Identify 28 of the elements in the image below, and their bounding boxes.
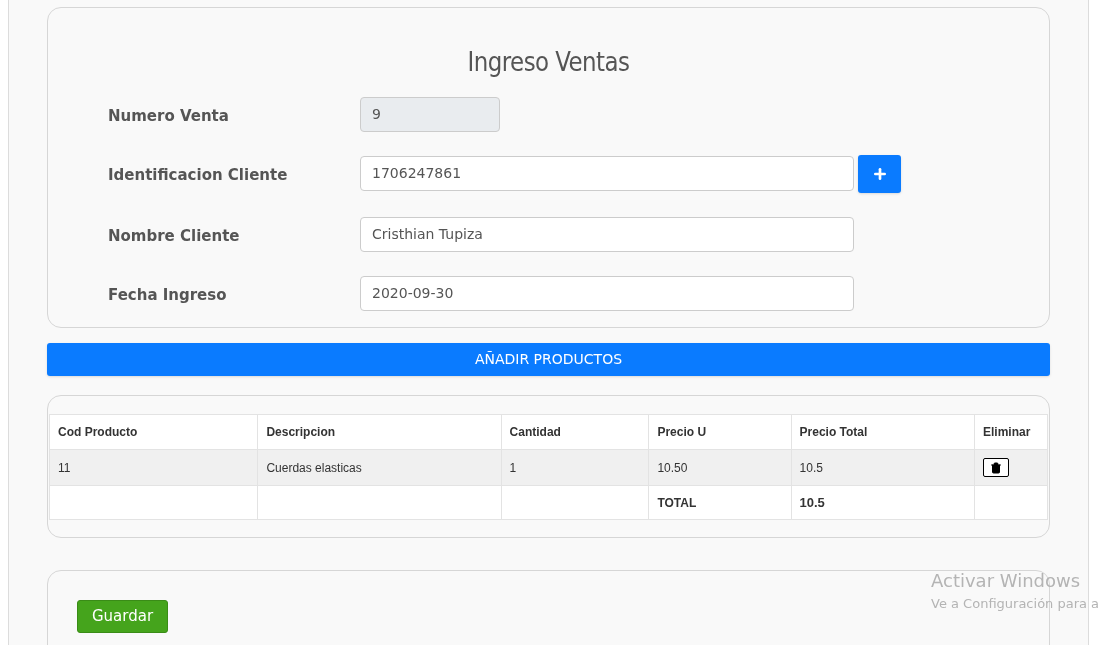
- trash-icon: [990, 461, 1002, 474]
- table-cell: 1: [501, 449, 649, 486]
- column-header: Cod Producto: [49, 414, 258, 450]
- add-products-button[interactable]: AÑADIR PRODUCTOS: [47, 343, 1050, 376]
- add-button[interactable]: [858, 154, 901, 193]
- field-label: Nombre Cliente: [108, 225, 241, 247]
- column-header: Precio U: [648, 414, 792, 450]
- table-cell: Cuerdas elasticas: [257, 449, 502, 486]
- activation-title: Activar Windows: [931, 569, 1082, 593]
- total-value: 10.5: [791, 485, 975, 520]
- total-label: TOTAL: [648, 485, 792, 520]
- field-label: Identificacion Cliente: [108, 164, 289, 186]
- activation-subtitle: Ve a Configuración para a: [931, 595, 1100, 613]
- column-header: Eliminar: [974, 414, 1048, 450]
- input-field[interactable]: 2020-09-30: [360, 275, 854, 311]
- form-title: Ingreso Ventas: [466, 45, 631, 79]
- input-field[interactable]: 1706247861: [360, 155, 854, 191]
- table-cell: 11: [49, 449, 258, 486]
- table-cell: 10.5: [791, 449, 975, 486]
- table-cell: 10.50: [648, 449, 792, 486]
- delete-button[interactable]: [983, 458, 1009, 477]
- column-header: Precio Total: [791, 414, 975, 450]
- field-label: Fecha Ingreso: [108, 284, 228, 306]
- input-field[interactable]: Cristhian Tupiza: [360, 216, 854, 252]
- field-label: Numero Venta: [108, 105, 230, 127]
- column-header: Cantidad: [501, 414, 649, 450]
- plus-icon: [871, 165, 888, 182]
- column-header: Descripcion: [257, 414, 502, 450]
